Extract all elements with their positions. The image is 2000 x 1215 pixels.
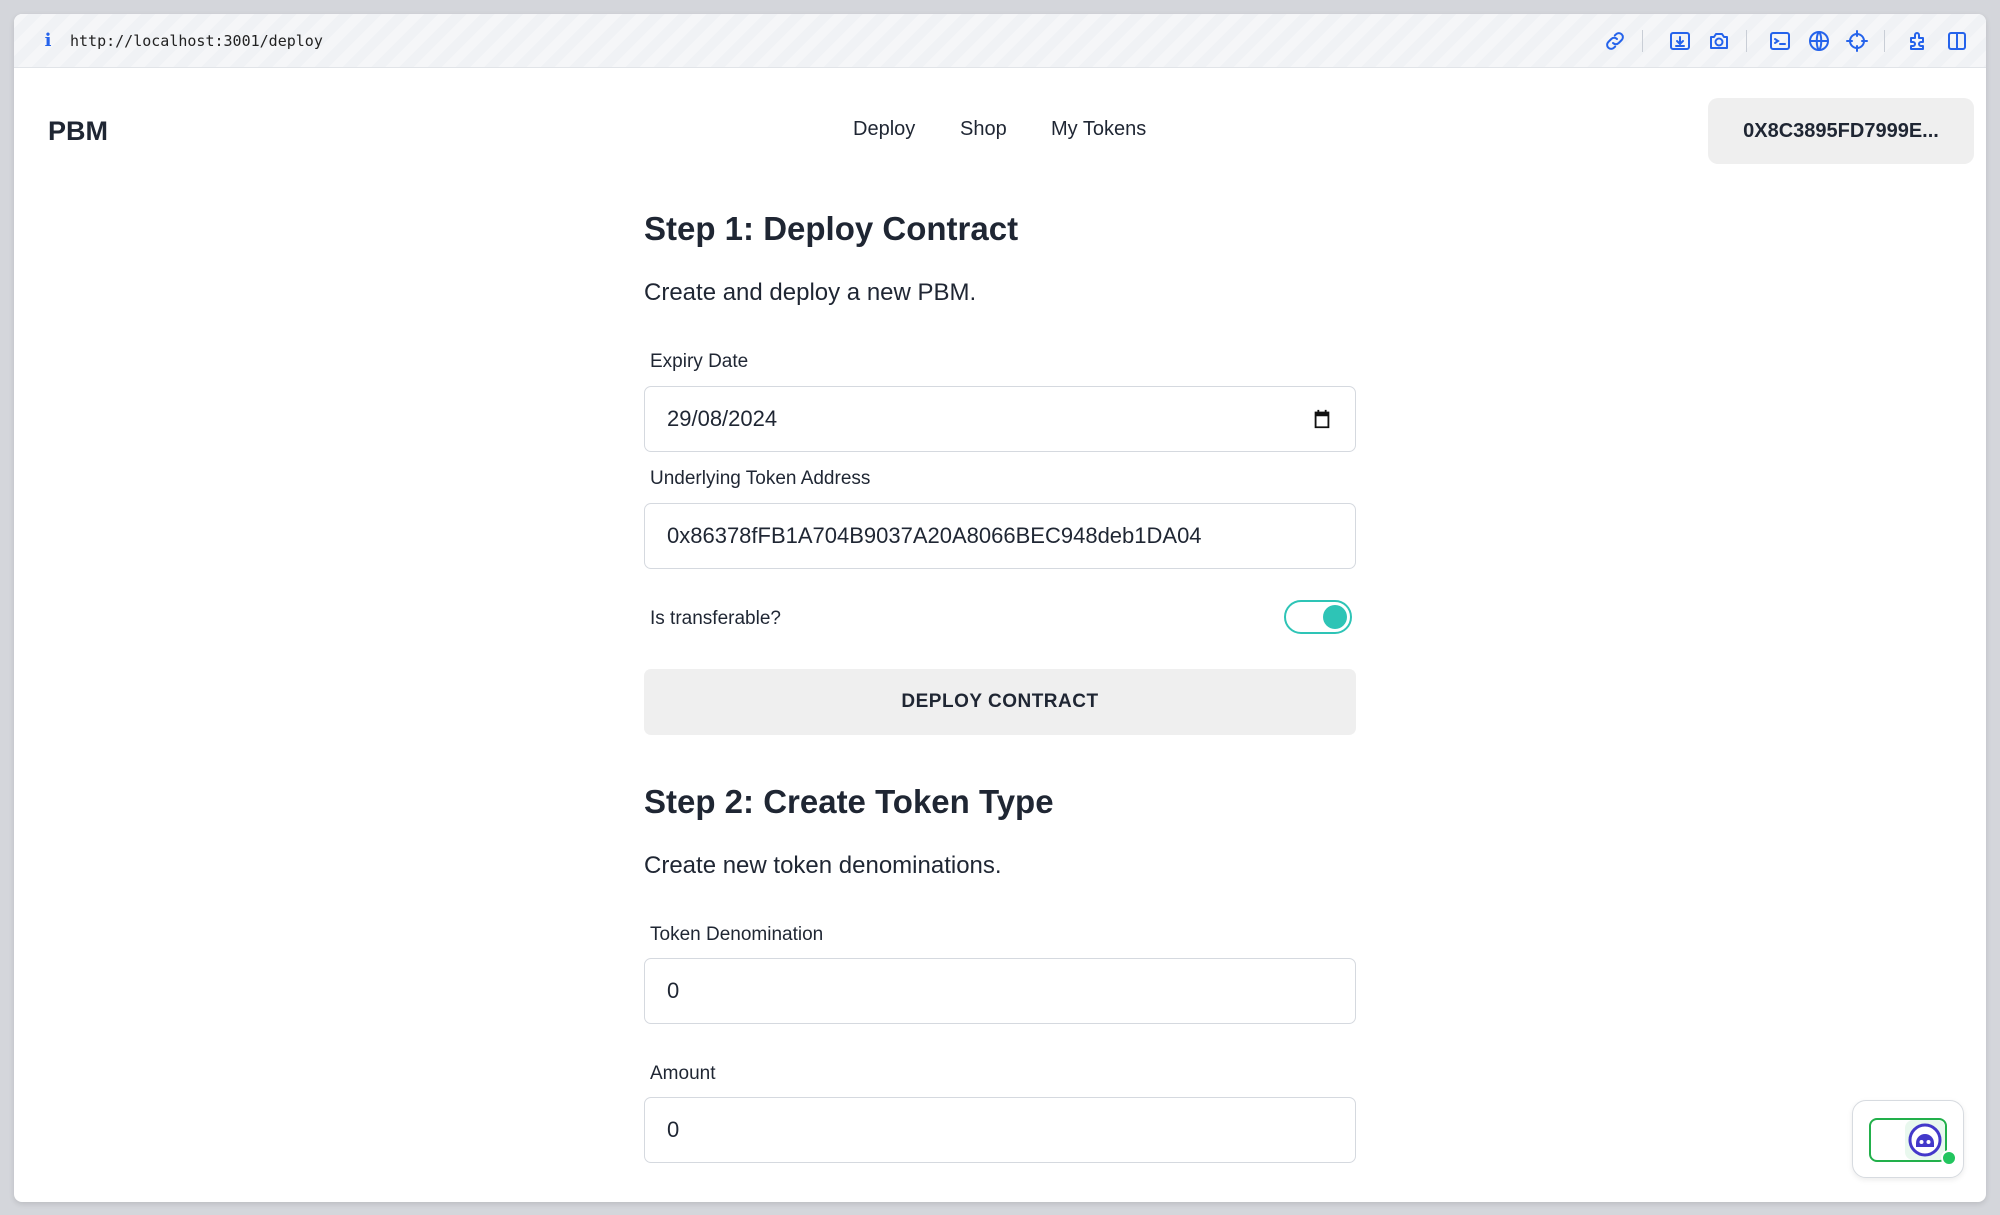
token-denomination-label: Token Denomination xyxy=(650,924,824,945)
wallet-address-button[interactable]: 0X8C3895FD7999E... xyxy=(1708,98,1974,164)
download-icon[interactable] xyxy=(1667,28,1693,54)
token-address-input[interactable]: 0x86378fFB1A704B9037A20A8066BEC948deb1DA… xyxy=(644,503,1356,569)
url-bar: i http://localhost:3001/deploy xyxy=(14,14,1986,68)
nav-link-my-tokens[interactable]: My Tokens xyxy=(1051,118,1146,141)
step1-subtitle: Create and deploy a new PBM. xyxy=(644,279,977,306)
split-view-icon[interactable] xyxy=(1944,28,1970,54)
toggle-knob xyxy=(1323,605,1347,629)
chat-bot-icon xyxy=(1905,1120,1945,1160)
token-denomination-input[interactable]: 0 xyxy=(644,958,1356,1024)
step1-title: Step 1: Deploy Contract xyxy=(644,210,1019,247)
transferable-toggle[interactable] xyxy=(1284,600,1352,634)
assistant-widget[interactable] xyxy=(1852,1100,1964,1178)
link-icon[interactable] xyxy=(1602,28,1628,54)
token-address-label: Underlying Token Address xyxy=(650,468,871,489)
crosshair-icon[interactable] xyxy=(1844,28,1870,54)
info-icon[interactable]: i xyxy=(38,31,58,51)
amount-value: 0 xyxy=(667,1117,680,1142)
toolbar-divider xyxy=(1642,30,1643,52)
brand-logo[interactable]: PBM xyxy=(48,116,108,147)
globe-icon[interactable] xyxy=(1806,28,1832,54)
url-text[interactable]: http://localhost:3001/deploy xyxy=(70,32,323,50)
token-address-value: 0x86378fFB1A704B9037A20A8066BEC948deb1DA… xyxy=(667,523,1202,548)
toolbar-divider xyxy=(1746,30,1747,52)
terminal-icon[interactable] xyxy=(1767,28,1793,54)
expiry-date-input[interactable]: 29/08/2024 xyxy=(644,386,1356,452)
nav-link-shop[interactable]: Shop xyxy=(960,118,1007,141)
amount-input[interactable]: 0 xyxy=(644,1097,1356,1163)
expiry-date-value: 29/08/2024 xyxy=(667,406,778,431)
extensions-icon[interactable] xyxy=(1906,28,1932,54)
token-denomination-value: 0 xyxy=(667,978,680,1003)
step2-title: Step 2: Create Token Type xyxy=(644,783,1054,820)
amount-label: Amount xyxy=(650,1063,716,1084)
assistant-toggle[interactable] xyxy=(1869,1118,1957,1166)
step2-subtitle: Create new token denominations. xyxy=(644,852,1002,879)
toolbar-divider xyxy=(1884,30,1885,52)
top-navbar: PBM Deploy Shop My Tokens 0X8C3895FD7999… xyxy=(14,68,1986,174)
calendar-icon[interactable] xyxy=(1311,408,1333,430)
deploy-contract-button[interactable]: DEPLOY CONTRACT xyxy=(644,669,1356,735)
camera-icon[interactable] xyxy=(1706,28,1732,54)
check-badge-icon xyxy=(1941,1150,1957,1166)
transferable-label: Is transferable? xyxy=(650,608,781,629)
nav-link-deploy[interactable]: Deploy xyxy=(853,118,915,141)
browser-window: i http://localhost:3001/deploy PBM Deplo… xyxy=(14,14,1986,1202)
expiry-date-label: Expiry Date xyxy=(650,351,749,372)
